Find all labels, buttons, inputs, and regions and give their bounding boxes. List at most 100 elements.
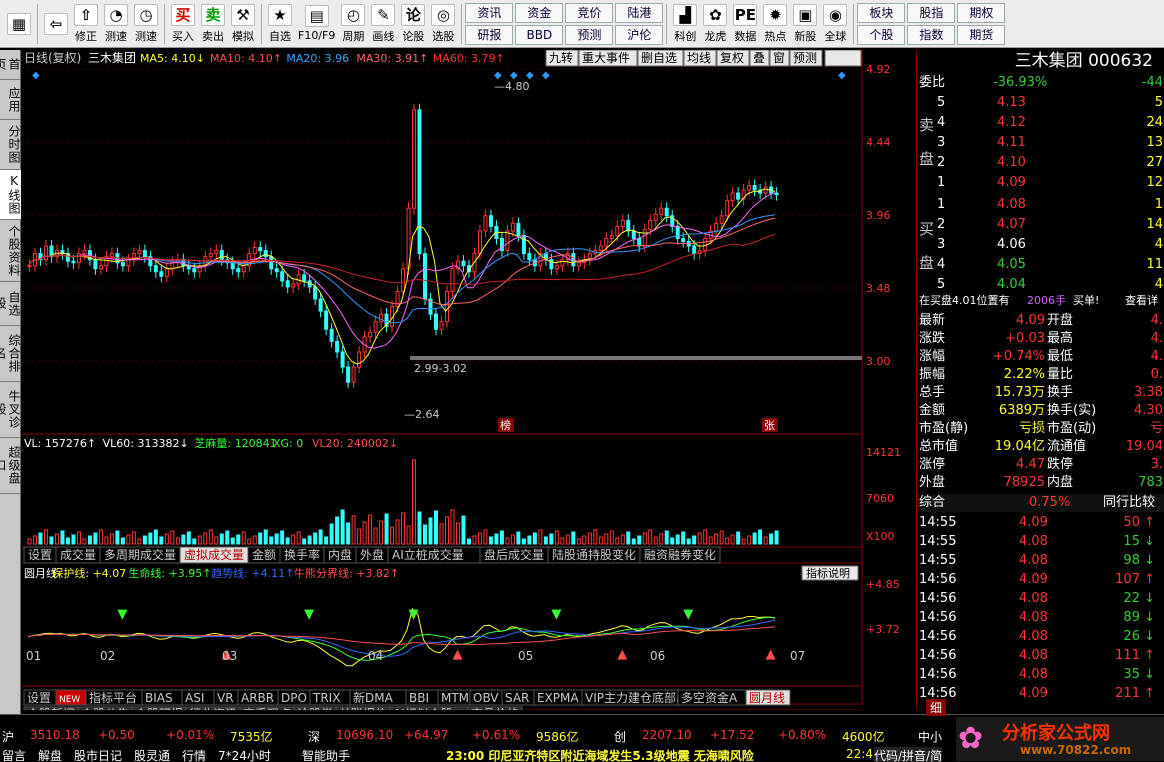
toolbar-grid-item[interactable]: 期权 — [957, 2, 1006, 23]
toolbar-grid-item[interactable]: 股指 — [907, 2, 956, 23]
ind-tab-7[interactable]: DPO — [277, 689, 311, 706]
toolbar-btn2-3[interactable]: ✹ 热点 — [760, 1, 790, 47]
toolbar-grid-item[interactable]: 研报 — [465, 24, 514, 45]
leftnav-7[interactable]: 牛叉诊股 — [0, 382, 21, 438]
leftnav-4[interactable]: 个股资料 — [0, 220, 21, 282]
toolbar-btn-3[interactable]: ◔ 测速 — [101, 1, 131, 47]
ind-tab-1[interactable]: NEW — [55, 689, 87, 706]
ind-tab-14[interactable]: EXPMA — [533, 689, 583, 706]
news-tab-7[interactable]: AI相似个股 — [389, 706, 469, 710]
toolbar-btn-0[interactable]: ▦ — [4, 1, 34, 47]
chart-topbtn-1[interactable]: 重大事件 — [578, 50, 638, 67]
ind-tab-8[interactable]: TRIX — [309, 689, 351, 706]
chart-topbtn-4[interactable]: 复权 — [716, 50, 750, 67]
ind-tab-0[interactable]: 设置 — [23, 689, 57, 706]
toolbar-grid-item[interactable]: 沪伦 — [615, 24, 664, 45]
ind-tab-9[interactable]: 新DMA — [349, 689, 407, 706]
tick-volume: 35 ↓ — [1123, 667, 1155, 682]
vol-tab-4[interactable]: 金额 — [247, 546, 281, 564]
toolbar-btn-4[interactable]: ◷ 测速 — [131, 1, 161, 47]
ind-tab-6[interactable]: ARBR — [237, 689, 279, 706]
vol-tab-0[interactable]: 设置 — [23, 546, 57, 564]
leftnav-6[interactable]: 综合排名 — [0, 326, 21, 382]
news-tab-3[interactable]: 行业资讯 — [185, 706, 241, 710]
news-tab-2[interactable]: 个股研报 — [131, 706, 187, 710]
leftnav-0[interactable]: 首页 — [0, 50, 21, 80]
toolbar-btn-10[interactable]: ◴ 周期 — [338, 1, 368, 47]
news-tab-4[interactable]: 高手观点 — [239, 706, 295, 710]
toolbar-grid-item[interactable]: 竞价 — [565, 2, 614, 23]
toolbar-btn-13[interactable]: ◎ 选股 — [428, 1, 458, 47]
toolbar-btn-8[interactable]: ★ 自选 — [265, 1, 295, 47]
toolbar-grid-item[interactable]: 期货 — [957, 24, 1006, 45]
vol-tab-1[interactable]: 成交量 — [55, 546, 101, 564]
ind-tab-13[interactable]: SAR — [501, 689, 535, 706]
toolbar-grid-item[interactable]: 资讯 — [465, 2, 514, 23]
vol-tab-7[interactable]: 外盘 — [355, 546, 389, 564]
toolbar-grid-item[interactable]: 预测 — [565, 24, 614, 45]
leftnav-5[interactable]: 自选股 — [0, 282, 21, 326]
vol-tab-9[interactable]: 盘后成交量 — [479, 546, 549, 564]
toolbar-btn-6[interactable]: 卖卖出 — [198, 1, 228, 47]
toolbar-grid-item[interactable]: 板块 — [857, 2, 906, 23]
bottom-btn-6[interactable]: 智能助手 — [302, 747, 350, 762]
news-tab-5[interactable]: 论股堂 — [293, 706, 337, 710]
leftnav-8[interactable]: 超级盘口 — [0, 438, 21, 494]
ind-tab-5[interactable]: VR — [213, 689, 239, 706]
vol-tab-5[interactable]: 换手率 — [279, 546, 325, 564]
chart-topbtn-7[interactable]: 预测 — [789, 50, 823, 67]
leftnav-2[interactable]: 分时图 — [0, 120, 21, 170]
bottom-btn-4[interactable]: 行情 — [182, 747, 206, 762]
lock-icon[interactable] — [824, 50, 862, 67]
vol-tab-3[interactable]: 虚拟成交量 — [179, 546, 249, 564]
chart-topbtn-5[interactable]: 叠 — [749, 50, 770, 67]
bottom-btn-0[interactable]: 留言 — [2, 747, 26, 762]
chart-topbtn-2[interactable]: 删自选 — [637, 50, 684, 67]
chart-topbtn-6[interactable]: 窗 — [769, 50, 790, 67]
toolbar-btn2-4[interactable]: ▣ 新股 — [790, 1, 820, 47]
leftnav-3[interactable]: K线图 — [0, 170, 21, 220]
bottom-btn-2[interactable]: 股市日记 — [74, 747, 122, 762]
ind-tab-4[interactable]: ASI — [181, 689, 215, 706]
ind-tab-3[interactable]: BIAS — [141, 689, 183, 706]
toolbar-btn2-1[interactable]: ✿ 龙虎 — [700, 1, 730, 47]
toolbar-btn-11[interactable]: ✎ 画线 — [368, 1, 398, 47]
toolbar-btn-2[interactable]: ⇧ 修正 — [71, 1, 101, 47]
bid-row: 1 4.08 1 — [917, 196, 1164, 214]
toolbar-btn-12[interactable]: 论论股 — [398, 1, 428, 47]
toolbar-grid-item[interactable]: BBD — [515, 24, 564, 45]
ind-tab-2[interactable]: 指标平台 — [85, 689, 143, 706]
toolbar-btn-1[interactable]: ⇦ — [41, 1, 71, 47]
vol-tab-8[interactable]: AI立桩成交量 — [387, 546, 481, 564]
leftnav-1[interactable]: 应用 — [0, 80, 21, 120]
vol-tab-6[interactable]: 内盘 — [323, 546, 357, 564]
toolbar-btn-9[interactable]: ▤ F10/F9 — [295, 1, 338, 47]
toolbar-btn-7[interactable]: ⚒ 模拟 — [228, 1, 258, 47]
bottom-btn-1[interactable]: 解盘 — [38, 747, 62, 762]
toolbar-btn2-0[interactable]: ▟ 科创 — [670, 1, 700, 47]
vol-tab-11[interactable]: 融资融券变化 — [639, 546, 721, 564]
bottom-btn-3[interactable]: 股灵通 — [134, 747, 170, 762]
vol-tab-2[interactable]: 多周期成交量 — [99, 546, 181, 564]
kline-chart[interactable]: 日线(复权) 三木集团 MA5: 4.10↓ MA10: 4.10↑ MA20: 3.9… — [22, 50, 916, 710]
news-tab-8[interactable]: 商品价格 — [467, 706, 523, 710]
chart-topbtn-3[interactable]: 均线 — [683, 50, 717, 67]
news-tab-1[interactable]: 个股公告 — [77, 706, 133, 710]
ind-tab-17[interactable]: 圆月线 — [745, 689, 791, 706]
news-tab-6[interactable]: 关联报价 — [335, 706, 391, 710]
ind-tab-10[interactable]: BBI — [405, 689, 439, 706]
vol-tab-10[interactable]: 陆股通持股变化 — [547, 546, 641, 564]
ind-tab-16[interactable]: 多空资金A — [677, 689, 747, 706]
toolbar-btn2-2[interactable]: PE 数据 — [730, 1, 760, 47]
toolbar-grid-item[interactable]: 陆港 — [615, 2, 664, 23]
ind-tab-11[interactable]: MTM — [437, 689, 471, 706]
toolbar-grid-item[interactable]: 指数 — [907, 24, 956, 45]
toolbar-btn-5[interactable]: 买买入 — [168, 1, 198, 47]
toolbar-grid-item[interactable]: 资金 — [515, 2, 564, 23]
chart-topbtn-0[interactable]: 九转 — [545, 50, 579, 67]
news-tab-0[interactable]: 个股新闻 — [23, 706, 79, 710]
ind-tab-12[interactable]: OBV — [469, 689, 503, 706]
toolbar-grid-item[interactable]: 个股 — [857, 24, 906, 45]
toolbar-btn2-5[interactable]: ◉ 全球 — [820, 1, 850, 47]
bottom-btn-5[interactable]: 7*24小时 — [218, 747, 271, 762]
